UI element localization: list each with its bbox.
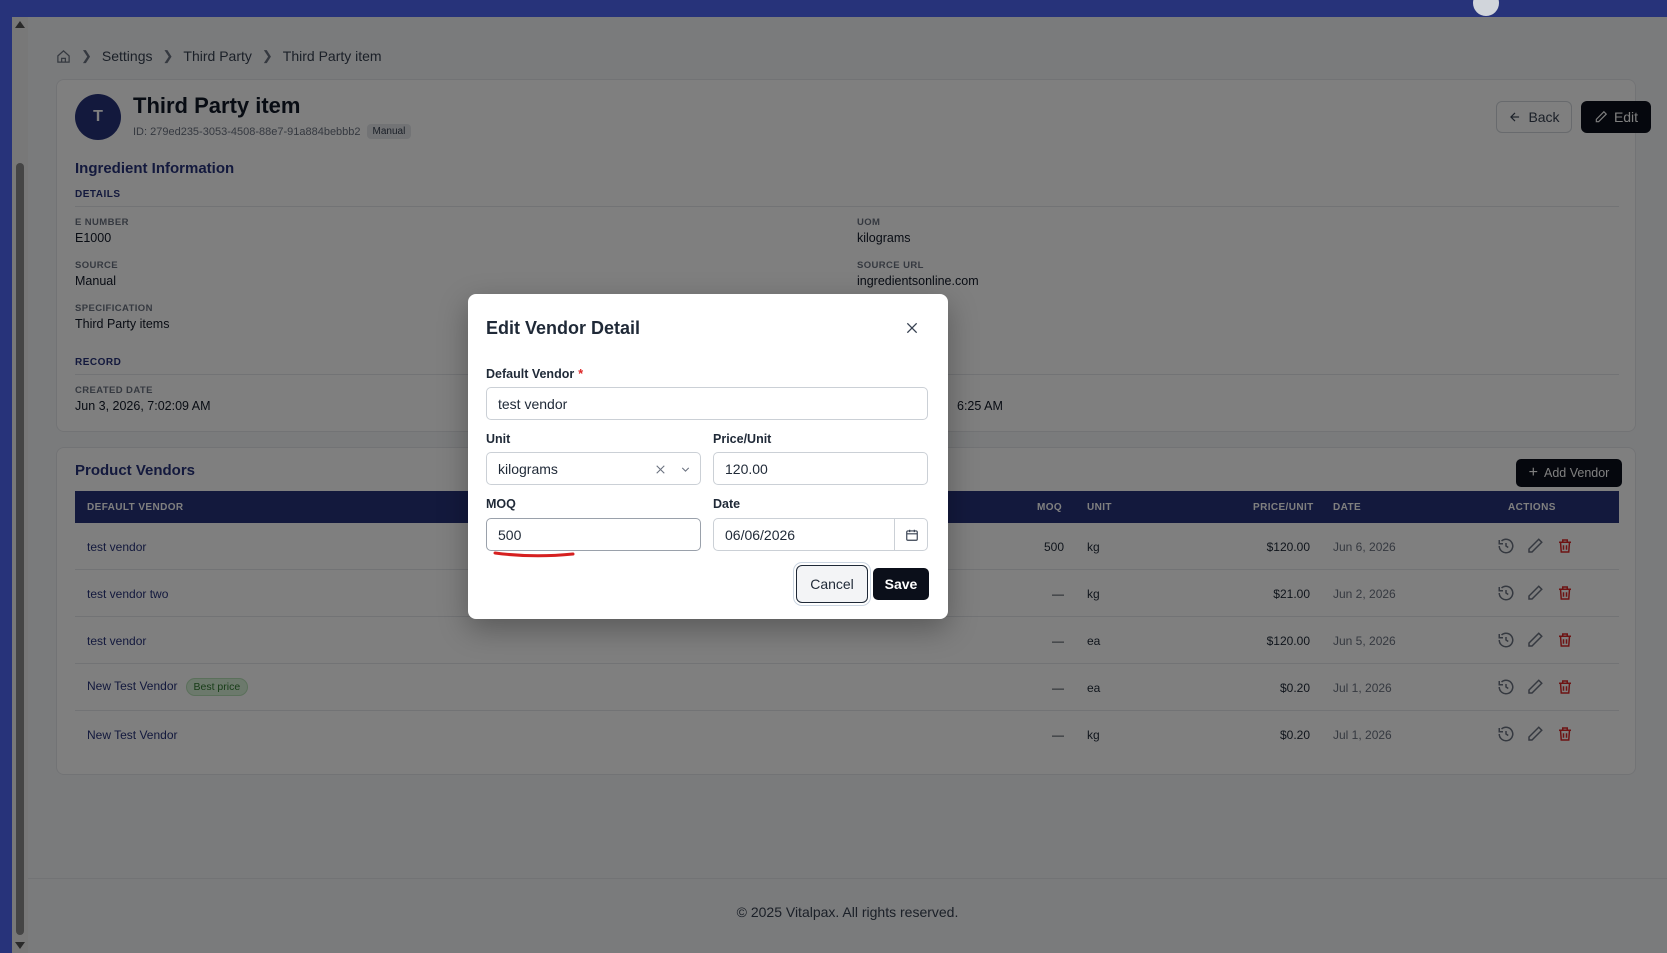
unit-select-value: kilograms xyxy=(498,460,558,477)
dialog-title: Edit Vendor Detail xyxy=(486,318,641,338)
unit-select[interactable]: kilograms xyxy=(486,452,701,485)
date-label: Date xyxy=(713,497,741,511)
unit-label: Unit xyxy=(486,432,511,446)
cancel-button[interactable]: Cancel xyxy=(796,565,868,603)
price-unit-label: Price/Unit xyxy=(713,432,772,446)
calendar-icon xyxy=(905,529,918,541)
user-avatar[interactable] xyxy=(1473,0,1499,16)
close-icon[interactable] xyxy=(904,320,920,336)
price-unit-input[interactable]: 120.00 xyxy=(713,452,928,485)
default-vendor-label-text: Default Vendor xyxy=(486,367,575,381)
date-value: 06/06/2026 xyxy=(725,526,796,543)
red-annotation-underline xyxy=(493,551,575,558)
save-button[interactable]: Save xyxy=(873,568,929,600)
default-vendor-value: test vendor xyxy=(498,395,568,412)
required-asterisk: * xyxy=(578,367,584,381)
clear-icon[interactable] xyxy=(654,463,667,476)
price-unit-value: 120.00 xyxy=(725,460,768,477)
moq-label: MOQ xyxy=(486,497,516,511)
edit-vendor-dialog: Edit Vendor Detail Default Vendor * test … xyxy=(468,294,948,619)
default-vendor-label: Default Vendor * xyxy=(486,367,583,381)
default-vendor-input[interactable]: test vendor xyxy=(486,387,928,420)
moq-value: 500 xyxy=(498,526,522,543)
chevron-down-icon[interactable] xyxy=(679,463,692,476)
moq-input[interactable]: 500 xyxy=(486,518,701,551)
top-header-bar xyxy=(12,0,1667,17)
calendar-button[interactable] xyxy=(894,518,928,551)
left-edge-bar xyxy=(0,0,12,953)
